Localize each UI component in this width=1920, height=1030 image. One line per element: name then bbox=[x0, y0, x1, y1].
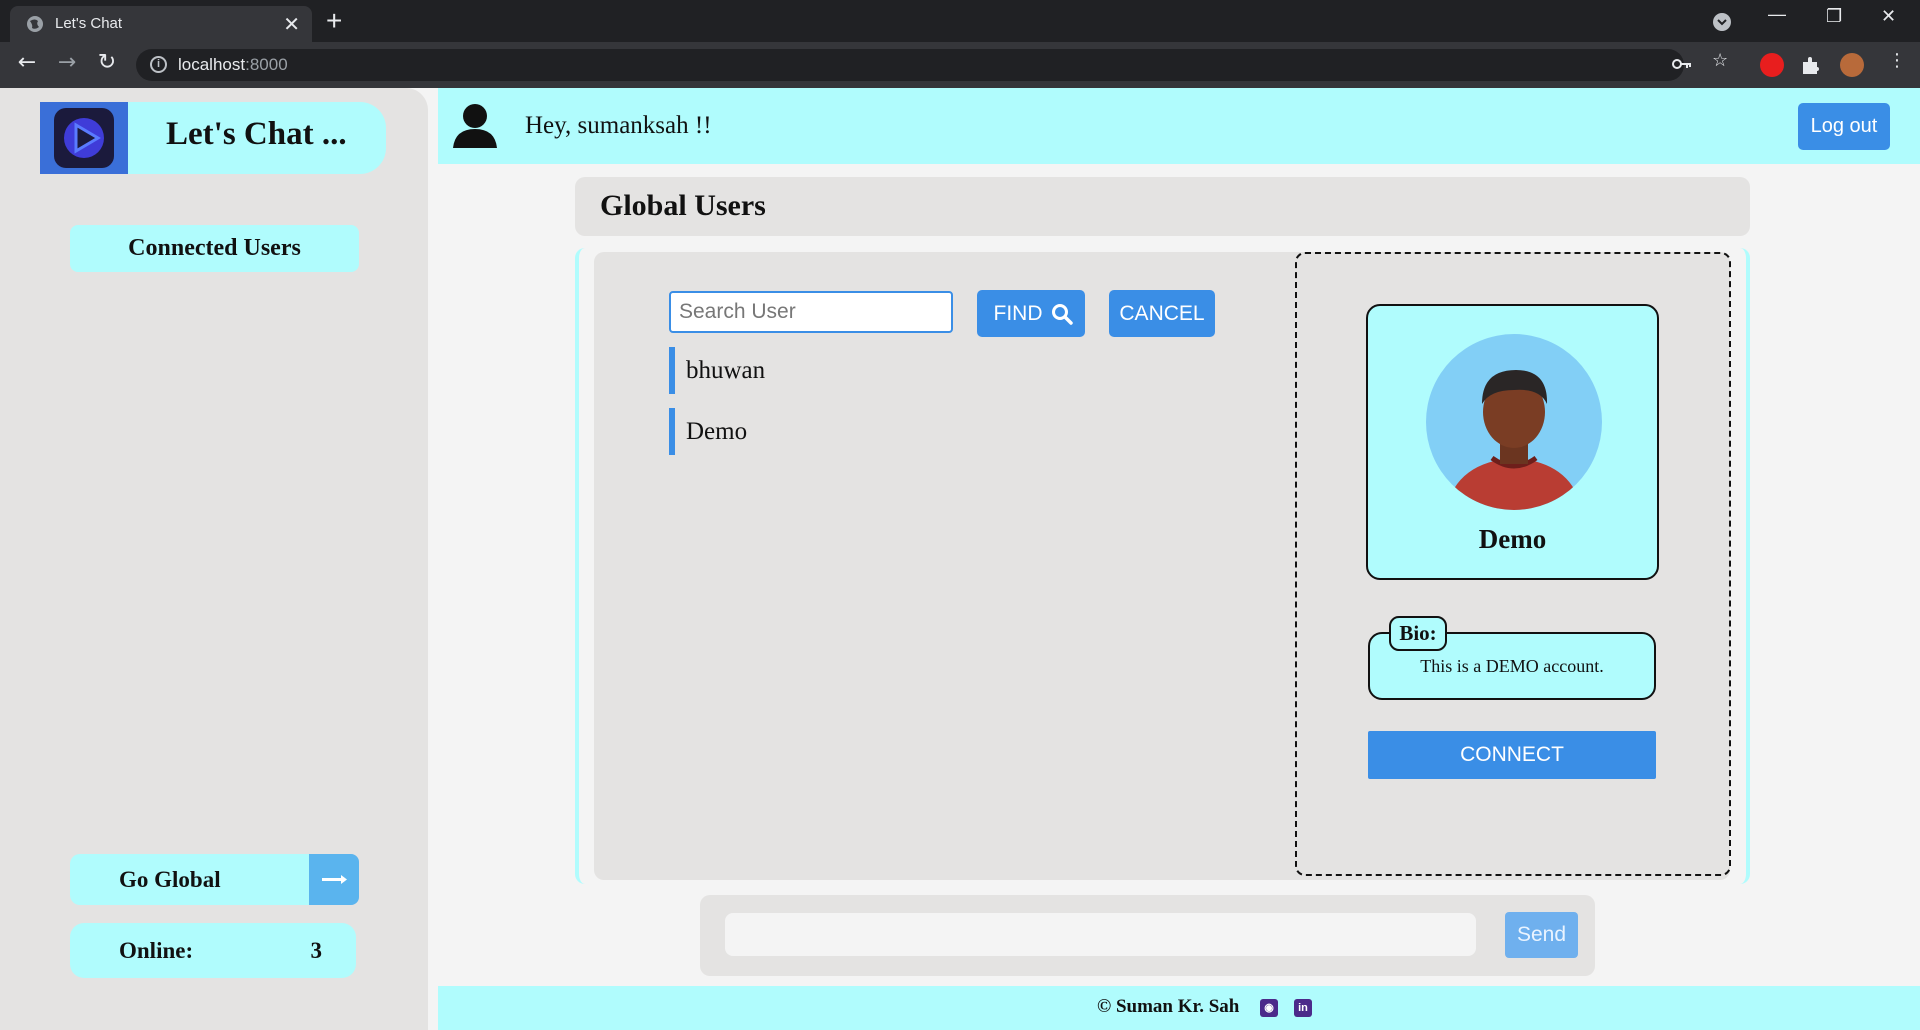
linkedin-icon[interactable]: in bbox=[1294, 999, 1312, 1017]
message-input[interactable] bbox=[725, 913, 1476, 956]
new-tab-button[interactable]: + bbox=[326, 6, 342, 36]
url-text[interactable]: localhost:8000 bbox=[178, 55, 288, 75]
find-button[interactable]: FIND bbox=[977, 290, 1085, 337]
cancel-button[interactable]: CANCEL bbox=[1109, 290, 1215, 337]
logo-mark bbox=[54, 108, 114, 168]
globe-icon bbox=[27, 16, 43, 32]
search-icon bbox=[1052, 304, 1073, 325]
find-label: FIND bbox=[993, 302, 1043, 325]
top-bar: Hey, sumanksah !! bbox=[438, 88, 1920, 164]
online-status: Online: 3 bbox=[70, 923, 356, 978]
online-label: Online: bbox=[119, 938, 194, 963]
browser-tabbar: Let's Chat ✕ + — ❐ ✕ bbox=[0, 0, 1920, 42]
restore-button[interactable]: ❐ bbox=[1826, 6, 1842, 27]
extensions-puzzle-icon[interactable] bbox=[1800, 54, 1822, 76]
user-list-item[interactable]: Demo bbox=[669, 408, 969, 455]
adblock-extension-icon[interactable] bbox=[1760, 53, 1784, 77]
more-menu-icon[interactable]: ⋮ bbox=[1888, 50, 1906, 71]
go-global-button[interactable] bbox=[309, 854, 359, 905]
message-composer: Send bbox=[700, 895, 1595, 976]
back-arrow-icon[interactable]: ← bbox=[12, 50, 42, 75]
play-chat-icon bbox=[64, 118, 104, 158]
forward-arrow-icon[interactable]: → bbox=[52, 50, 82, 75]
browser-toolbar: ← → ↻ i localhost:8000 ☆ ⋮ bbox=[0, 42, 1920, 88]
url-host: localhost bbox=[178, 55, 246, 74]
tab-title: Let's Chat bbox=[55, 15, 123, 32]
go-global-label[interactable]: Go Global bbox=[70, 854, 310, 905]
copyright-text: © Suman Kr. Sah bbox=[1097, 996, 1240, 1017]
minimize-button[interactable]: — bbox=[1768, 4, 1786, 25]
profile-card: Demo bbox=[1366, 304, 1659, 580]
user-list-item[interactable]: bhuwan bbox=[669, 347, 969, 394]
close-window-button[interactable]: ✕ bbox=[1881, 6, 1896, 27]
profile-name: Demo bbox=[1478, 524, 1547, 554]
app-logo bbox=[40, 102, 128, 174]
user-avatar bbox=[1426, 334, 1602, 510]
bio-label: Bio: bbox=[1389, 616, 1447, 651]
url-port: :8000 bbox=[245, 55, 288, 74]
browser-tab[interactable]: Let's Chat ✕ bbox=[10, 6, 312, 42]
brand-title: Let's Chat ... bbox=[166, 116, 347, 152]
github-icon[interactable]: ◉ bbox=[1260, 999, 1278, 1017]
panel-title: Global Users bbox=[600, 189, 766, 222]
bookmark-star-icon[interactable]: ☆ bbox=[1712, 50, 1728, 71]
greeting-text: Hey, sumanksah !! bbox=[525, 112, 712, 139]
app-page: Let's Chat ... Connected Users Go Global… bbox=[0, 88, 1920, 1030]
bio-text: This is a DEMO account. bbox=[1420, 656, 1604, 676]
sidebar: Let's Chat ... Connected Users Go Global… bbox=[0, 88, 428, 1030]
tab-search-icon[interactable] bbox=[1712, 12, 1732, 32]
connect-button[interactable]: CONNECT bbox=[1368, 731, 1656, 779]
key-icon[interactable] bbox=[1672, 56, 1692, 72]
brand: Let's Chat ... bbox=[40, 102, 386, 174]
user-icon bbox=[453, 104, 497, 148]
arrow-right-icon bbox=[322, 875, 347, 884]
logout-button[interactable]: Log out bbox=[1798, 103, 1890, 150]
info-icon[interactable]: i bbox=[150, 56, 167, 73]
connected-users-heading[interactable]: Connected Users bbox=[70, 225, 359, 272]
send-button[interactable]: Send bbox=[1505, 912, 1578, 958]
online-count: 3 bbox=[310, 938, 323, 963]
global-users-header: Global Users bbox=[575, 177, 1750, 236]
search-user-input[interactable] bbox=[669, 291, 953, 333]
address-bar[interactable]: i localhost:8000 bbox=[136, 49, 1684, 81]
profile-avatar[interactable] bbox=[1840, 53, 1864, 77]
reload-icon[interactable]: ↻ bbox=[92, 50, 122, 75]
avatar-illustration bbox=[1426, 334, 1602, 510]
footer: © Suman Kr. Sah ◉ in bbox=[438, 986, 1920, 1030]
tab-close-icon[interactable]: ✕ bbox=[283, 12, 300, 37]
